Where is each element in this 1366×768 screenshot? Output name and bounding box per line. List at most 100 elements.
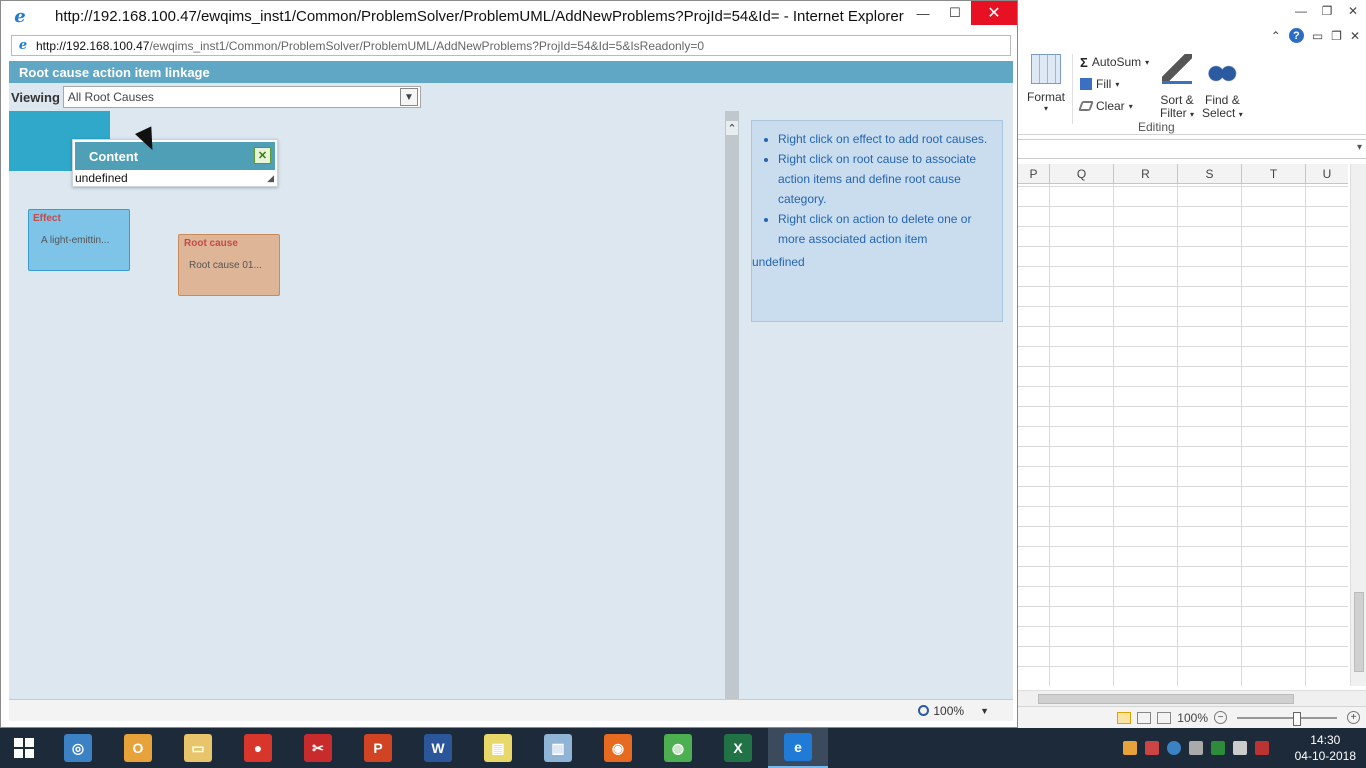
chevron-down-icon[interactable]: ▼ <box>980 706 989 716</box>
editing-group-label: Editing <box>1138 120 1175 134</box>
taskbar-app-powerpoint[interactable]: P <box>348 728 408 768</box>
minimize-button[interactable]: — <box>907 1 939 25</box>
column-header[interactable]: P <box>1018 164 1050 183</box>
column-header[interactable]: R <box>1114 164 1178 183</box>
chevron-down-icon[interactable]: ▾ <box>1357 142 1362 153</box>
content-tooltip: Content ✕ undefined ◢ <box>72 139 278 187</box>
flag-icon[interactable] <box>1144 741 1159 755</box>
excel-ribbon-controls: ⌃ ? ▭ ❐ ✕ <box>1271 28 1360 43</box>
cell-grid[interactable] <box>1018 184 1348 686</box>
sort-filter-button[interactable]: Sort & Filter ▾ <box>1160 54 1194 121</box>
excel-minimize-button[interactable]: — <box>1288 0 1314 22</box>
normal-view-icon[interactable] <box>1117 711 1132 724</box>
column-header[interactable]: T <box>1242 164 1306 183</box>
taskbar-app-chrome[interactable]: ◍ <box>648 728 708 768</box>
chevron-down-icon: ▾ <box>1190 110 1195 119</box>
taskbar-app-snip[interactable]: ✂ <box>288 728 348 768</box>
zoom-level[interactable]: 100% <box>933 704 964 718</box>
maximize-button[interactable]: ☐ <box>939 1 971 25</box>
taskbar-app-safari[interactable]: ◎ <box>48 728 108 768</box>
workbook-close-icon[interactable]: ✕ <box>1350 29 1360 43</box>
keyboard-icon[interactable] <box>1254 741 1269 755</box>
outlook-icon: O <box>124 734 152 762</box>
horizontal-scrollbar[interactable] <box>1018 690 1366 706</box>
page-break-view-icon[interactable] <box>1157 711 1172 724</box>
zoom-slider[interactable] <box>1237 711 1337 726</box>
panel-header: Root cause action item linkage <box>9 61 1013 83</box>
device-icon[interactable] <box>1210 741 1225 755</box>
editing-small-buttons: Σ AutoSum ▾ Fill ▾ Clear ▾ <box>1078 54 1149 114</box>
taskbar-app-word[interactable]: W <box>408 728 468 768</box>
scroll-thumb[interactable] <box>1038 694 1294 704</box>
clock[interactable]: 14:30 04-10-2018 <box>1295 732 1356 764</box>
help-box: Right click on effect to add root causes… <box>751 120 1003 322</box>
root-cause-node-text: Root cause 01... <box>189 260 262 271</box>
taskbar-app-firefox[interactable]: ◉ <box>588 728 648 768</box>
chevron-down-icon[interactable]: ▼ <box>399 88 418 106</box>
taskbar-app-camera[interactable]: ● <box>228 728 288 768</box>
taskbar-app-internet-explorer[interactable]: e <box>768 728 828 768</box>
powerpoint-icon: P <box>364 734 392 762</box>
ie-window-controls: — ☐ ✕ <box>907 1 1017 25</box>
root-cause-node-header: Root cause <box>184 238 238 249</box>
format-icon <box>1031 54 1061 84</box>
chevron-up-icon[interactable]: ⌃ <box>726 121 738 135</box>
formula-bar[interactable]: ▾ <box>1018 139 1366 159</box>
autosum-button[interactable]: Σ AutoSum ▾ <box>1080 54 1149 70</box>
column-header[interactable]: U <box>1306 164 1348 183</box>
camera-icon: ● <box>244 734 272 762</box>
panel-splitter[interactable]: ⌃ <box>725 111 739 699</box>
address-path: /ewqims_inst1/Common/ProblemSolver/Probl… <box>149 38 705 53</box>
resize-handle-icon[interactable]: ◢ <box>267 173 274 184</box>
page-layout-view-icon[interactable] <box>1137 711 1152 724</box>
column-header[interactable]: Q <box>1050 164 1114 183</box>
system-tray: 14:30 04-10-2018 <box>1122 728 1366 768</box>
excel-close-button[interactable]: ✕ <box>1340 0 1366 22</box>
find-select-button[interactable]: Find & Select ▾ <box>1202 54 1243 121</box>
close-button[interactable]: ✕ <box>971 1 1017 25</box>
page-content: Root cause action item linkage Viewing A… <box>9 61 1013 721</box>
taskbar-app-outlook[interactable]: O <box>108 728 168 768</box>
sort-filter-icon <box>1162 54 1193 84</box>
format-button[interactable]: Format ▾ <box>1022 54 1070 113</box>
taskbar-app-excel[interactable]: X <box>708 728 768 768</box>
clear-button[interactable]: Clear ▾ <box>1078 98 1149 114</box>
diagram-canvas[interactable]: Content ✕ undefined ◢ Effect A light-emi… <box>9 109 725 699</box>
viewing-row: Viewing All Root Causes ▼ <box>9 85 421 109</box>
help-footer: undefined <box>752 255 805 269</box>
fill-button[interactable]: Fill ▾ <box>1080 76 1149 92</box>
close-icon[interactable]: ✕ <box>254 147 271 164</box>
taskbar-app-notes[interactable]: ▥ <box>528 728 588 768</box>
taskbar-apps: ◎ O ▭ ● ✂ P W ▤ ▥ ◉ ◍ Xe <box>48 728 828 768</box>
collapse-ribbon-icon[interactable]: ⌃ <box>1271 29 1281 43</box>
help-item: Right click on action to delete one or m… <box>778 209 994 249</box>
workbook-minimize-icon[interactable]: ▭ <box>1312 29 1323 43</box>
column-header[interactable]: S <box>1178 164 1242 183</box>
viewing-select[interactable]: All Root Causes ▼ <box>62 86 421 108</box>
network-icon[interactable] <box>1188 741 1203 755</box>
teamviewer-icon[interactable] <box>1166 741 1181 755</box>
zoom-out-icon[interactable]: − <box>1214 711 1227 724</box>
taskbar-app-sticky[interactable]: ▤ <box>468 728 528 768</box>
start-button[interactable] <box>0 728 48 768</box>
safari-icon: ◎ <box>64 734 92 762</box>
zoom-in-icon[interactable]: + <box>1347 711 1360 724</box>
effect-node[interactable]: Effect A light-emittin... <box>28 209 130 271</box>
sticky-icon: ▤ <box>484 734 512 762</box>
taskbar-app-file-explorer[interactable]: ▭ <box>168 728 228 768</box>
root-cause-node[interactable]: Root cause Root cause 01... <box>178 234 280 296</box>
vertical-scrollbar[interactable] <box>1350 164 1366 686</box>
chevron-down-icon: ▾ <box>1128 101 1133 111</box>
format-caret-icon: ▾ <box>1043 104 1048 113</box>
excel-restore-button[interactable]: ❐ <box>1314 0 1340 22</box>
binoculars-icon <box>1207 54 1238 84</box>
scroll-thumb[interactable] <box>1354 592 1364 672</box>
ie-title-bar[interactable]: e http://192.168.100.47/ewqims_inst1/Com… <box>1 1 1017 31</box>
workbook-restore-icon[interactable]: ❐ <box>1331 29 1342 43</box>
excel-zoom-level: 100% <box>1177 710 1208 725</box>
address-bar[interactable]: e http://192.168.100.47/ewqims_inst1/Com… <box>11 35 1011 56</box>
shield-icon[interactable] <box>1122 741 1137 755</box>
volume-icon[interactable] <box>1232 741 1247 755</box>
help-icon[interactable]: ? <box>1288 28 1304 43</box>
viewing-label: Viewing <box>11 89 60 105</box>
